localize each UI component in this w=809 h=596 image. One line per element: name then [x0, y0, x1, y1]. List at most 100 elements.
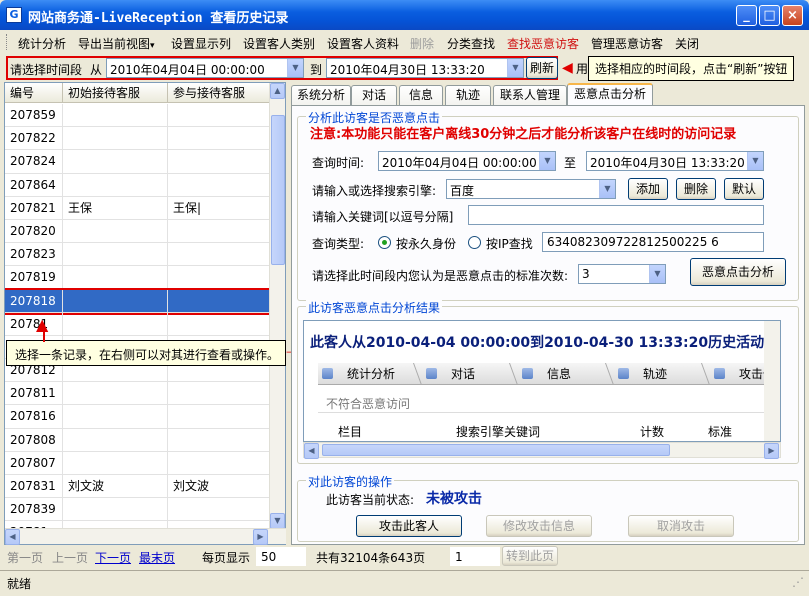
scroll-down-icon[interactable]: ▼ — [270, 513, 285, 529]
table-row[interactable]: 207821 王保 王保| — [5, 196, 270, 220]
result-scroll-thumb[interactable] — [322, 444, 670, 456]
chevron-down-icon[interactable]: ▼ — [747, 152, 763, 170]
table-cell: 207819 — [5, 266, 63, 290]
goto-page-button[interactable]: 转到此页 — [502, 546, 558, 566]
menu-find-malicious[interactable]: 查找恶意访客 — [507, 35, 579, 52]
from-date-picker[interactable]: 2010年04月04日 00:00:00 ▼ — [106, 58, 304, 78]
table-cell — [63, 243, 168, 267]
default-engine-button[interactable]: 默认 — [724, 178, 764, 200]
vertical-scrollbar[interactable]: ▲ ▼ — [269, 83, 285, 529]
table-row[interactable]: 207823 — [5, 243, 270, 267]
resize-grip-icon[interactable]: ⋰ — [792, 575, 804, 589]
table-cell — [168, 173, 270, 197]
table-row[interactable]: 207839 — [5, 498, 270, 522]
prev-page-link[interactable]: 上一页 — [52, 549, 88, 566]
radio-permanent-id[interactable] — [378, 236, 391, 249]
menu-export[interactable]: 导出当前视图▾ — [78, 35, 155, 52]
analysis-from-value: 2010年04月04日 00:00:00 — [382, 156, 537, 170]
tab-system-analysis[interactable]: 系统分析 — [291, 85, 351, 105]
table-row[interactable]: 207818 — [5, 287, 270, 315]
menu-close[interactable]: 关闭 — [675, 35, 699, 52]
scroll-thumb[interactable] — [271, 115, 285, 265]
table-row[interactable]: 207824 — [5, 150, 270, 174]
delete-engine-button[interactable]: 删除 — [676, 178, 716, 200]
menu-columns[interactable]: 设置显示列 — [171, 35, 231, 52]
menu-guest-category[interactable]: 设置客人类别 — [243, 35, 315, 52]
table-row[interactable]: 207822 — [5, 127, 270, 151]
table-row[interactable]: 207864 — [5, 173, 270, 197]
tab-contacts[interactable]: 联系人管理 — [493, 85, 567, 105]
last-page-link[interactable]: 最末页 — [139, 549, 175, 566]
menu-guest-info[interactable]: 设置客人资料 — [327, 35, 399, 52]
table-cell — [168, 266, 270, 290]
next-page-link[interactable]: 下一页 — [95, 549, 131, 566]
table-row[interactable]: 207808 — [5, 428, 270, 452]
result-view: 此客人从2010-04-04 00:00:00到2010-04-30 13:33… — [303, 320, 781, 442]
analyze-button[interactable]: 恶意点击分析 — [690, 258, 786, 286]
tab-dialog[interactable]: 对话 — [351, 85, 397, 105]
visitor-id-input[interactable]: 634082309722812500225 6 — [542, 232, 764, 252]
table-cell — [63, 219, 168, 243]
scroll-up-icon[interactable]: ▲ — [270, 83, 285, 99]
threshold-select[interactable]: 3 ▼ — [578, 264, 666, 284]
table-cell — [168, 405, 270, 429]
page-number-input[interactable]: 1 — [450, 547, 500, 566]
chevron-down-icon[interactable]: ▼ — [539, 152, 555, 170]
column-header-id[interactable]: 编号 — [5, 83, 63, 103]
menu-category-search[interactable]: 分类查找 — [447, 35, 495, 52]
minimize-button[interactable]: _ — [736, 5, 757, 26]
result-horizontal-scrollbar[interactable]: ◀ ▶ — [303, 442, 781, 459]
to-date-value: 2010年04月30日 13:33:20 — [330, 63, 485, 77]
modify-attack-button[interactable]: 修改攻击信息 — [486, 515, 592, 537]
analysis-to-date[interactable]: 2010年04月30日 13:33:20 ▼ — [586, 151, 764, 171]
first-page-link[interactable]: 第一页 — [7, 549, 43, 566]
dropdown-arrow-icon: ▾ — [150, 41, 155, 51]
table-row[interactable]: 207807 — [5, 451, 270, 475]
result-col-section: 栏目 — [338, 425, 363, 439]
result-vertical-scrollbar[interactable] — [764, 321, 780, 441]
menu-manage-malicious[interactable]: 管理恶意访客 — [591, 35, 663, 52]
refresh-button[interactable]: 刷新 — [526, 57, 558, 79]
maximize-button[interactable]: □ — [759, 5, 780, 26]
column-header-participating-agent[interactable]: 参与接待客服 — [168, 83, 270, 103]
cancel-attack-button[interactable]: 取消攻击 — [628, 515, 734, 537]
inner-tab-dialog[interactable]: 对话 — [426, 365, 475, 385]
column-header-initial-agent[interactable]: 初始接待客服 — [63, 83, 168, 103]
table-cell — [168, 312, 270, 336]
table-row[interactable]: 207819 — [5, 266, 270, 290]
chevron-down-icon[interactable]: ▼ — [507, 59, 523, 77]
chevron-down-icon[interactable]: ▼ — [649, 265, 665, 283]
table-row[interactable]: 207816 — [5, 405, 270, 429]
per-page-input[interactable]: 50 — [256, 547, 306, 566]
tab-info[interactable]: 信息 — [399, 85, 443, 105]
table-row[interactable]: 207831 刘文波 刘文波 — [5, 475, 270, 499]
tab-track[interactable]: 轨迹 — [445, 85, 491, 105]
table-row[interactable]: 207811 — [5, 382, 270, 406]
scroll-right-icon[interactable]: ▶ — [764, 443, 779, 459]
table-row[interactable]: 207859 — [5, 104, 270, 128]
tab-malicious-click[interactable]: 恶意点击分析 — [567, 83, 653, 106]
scroll-left-icon[interactable]: ◀ — [304, 443, 319, 459]
attack-visitor-button[interactable]: 攻击此客人 — [356, 515, 462, 537]
search-engine-select[interactable]: 百度 ▼ — [446, 179, 616, 199]
horizontal-scrollbar[interactable]: ◀ ▶ — [5, 528, 286, 545]
chevron-down-icon[interactable]: ▼ — [599, 180, 615, 198]
inner-tab-stats[interactable]: 统计分析 — [322, 365, 395, 385]
inner-tab-info[interactable]: 信息 — [522, 365, 571, 385]
inner-tab-track[interactable]: 轨迹 — [618, 365, 667, 385]
window-title: 网站商务通-LiveReception 查看历史记录 — [28, 11, 289, 26]
analysis-from-date[interactable]: 2010年04月04日 00:00:00 ▼ — [378, 151, 556, 171]
chevron-down-icon[interactable]: ▼ — [287, 59, 303, 77]
to-date-picker[interactable]: 2010年04月30日 13:33:20 ▼ — [326, 58, 524, 78]
table-cell — [63, 104, 168, 127]
add-engine-button[interactable]: 添加 — [628, 178, 668, 200]
menu-delete[interactable]: 删除 — [410, 35, 434, 52]
menu-stats[interactable]: 统计分析 — [18, 35, 66, 52]
keyword-input[interactable] — [468, 205, 764, 225]
to-label: 至 — [564, 156, 577, 170]
scroll-left-icon[interactable]: ◀ — [5, 529, 20, 545]
scroll-right-icon[interactable]: ▶ — [253, 529, 268, 545]
table-row[interactable]: 207820 — [5, 219, 270, 244]
radio-ip[interactable] — [468, 236, 481, 249]
close-button[interactable]: × — [782, 5, 803, 26]
